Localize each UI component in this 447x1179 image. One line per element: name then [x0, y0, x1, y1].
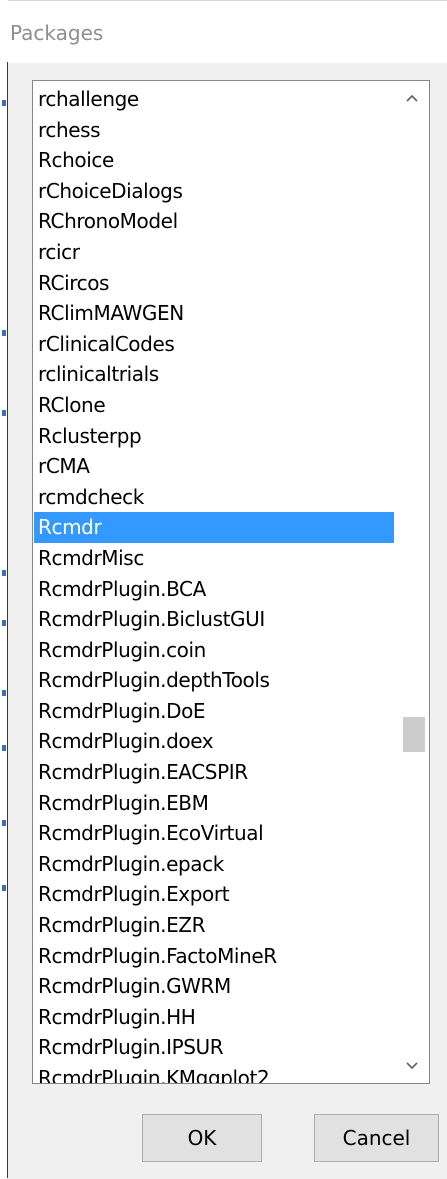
list-item[interactable]: rclinicaltrials — [34, 359, 394, 390]
list-item[interactable]: RcmdrPlugin.GWRM — [34, 971, 394, 1002]
dialog-titlebar[interactable]: Packages — [8, 1, 447, 63]
list-item[interactable]: RcmdrPlugin.EZR — [34, 910, 394, 941]
chevron-down-icon — [406, 1062, 418, 1070]
list-item[interactable]: RcmdrPlugin.coin — [34, 635, 394, 666]
scroll-up-button[interactable] — [395, 81, 429, 115]
list-item[interactable]: RcmdrPlugin.EACSPIR — [34, 757, 394, 788]
list-item[interactable]: RcmdrPlugin.EBM — [34, 788, 394, 819]
packages-listbox[interactable]: rchallenge rchess Rchoice rChoiceDialogs RCh… — [32, 80, 430, 1084]
list-item[interactable]: Rclusterpp — [34, 421, 394, 452]
list-item[interactable]: rchess — [34, 115, 394, 146]
ok-button[interactable]: OK — [142, 1114, 262, 1162]
dialog-title: Packages — [10, 21, 104, 45]
list-item[interactable]: RcmdrPlugin.Export — [34, 879, 394, 910]
packages-list[interactable]: rchallenge rchess Rchoice rChoiceDialogs RCh… — [34, 84, 394, 1083]
edge-mark — [2, 410, 6, 416]
list-item[interactable]: rcmdcheck — [34, 482, 394, 513]
edge-mark — [2, 885, 6, 891]
chevron-up-icon — [406, 94, 418, 102]
list-item[interactable]: rcicr — [34, 237, 394, 268]
list-item[interactable]: RcmdrPlugin.KMggplot2 — [34, 1063, 394, 1083]
list-item[interactable]: RcmdrPlugin.IPSUR — [34, 1032, 394, 1063]
list-item[interactable]: RcmdrPlugin.HH — [34, 1002, 394, 1033]
cancel-button[interactable]: Cancel — [314, 1114, 439, 1162]
list-item[interactable]: RcmdrPlugin.BiclustGUI — [34, 604, 394, 635]
list-item[interactable]: RcmdrPlugin.epack — [34, 849, 394, 880]
list-item[interactable]: RcmdrPlugin.depthTools — [34, 665, 394, 696]
background-window-edge — [0, 0, 8, 1178]
list-item[interactable]: RcmdrPlugin.FactoMineR — [34, 941, 394, 972]
edge-mark — [2, 745, 6, 751]
edge-mark — [2, 330, 6, 336]
list-item[interactable]: RCircos — [34, 268, 394, 299]
list-item[interactable]: rClinicalCodes — [34, 329, 394, 360]
vertical-scrollbar[interactable] — [395, 81, 429, 1083]
list-item[interactable]: RcmdrPlugin.DoE — [34, 696, 394, 727]
edge-mark — [2, 570, 6, 576]
packages-dialog: Packages rchallenge rchess Rchoice rChoiceD… — [8, 0, 447, 1179]
scroll-down-button[interactable] — [395, 1049, 429, 1083]
list-item[interactable]: RClone — [34, 390, 394, 421]
list-item[interactable]: RClimMAWGEN — [34, 298, 394, 329]
list-item[interactable]: Rcmdr — [34, 512, 394, 543]
list-item[interactable]: RcmdrPlugin.doex — [34, 726, 394, 757]
edge-mark — [2, 620, 6, 626]
list-item[interactable]: RcmdrPlugin.BCA — [34, 574, 394, 605]
list-item[interactable]: RChronoModel — [34, 206, 394, 237]
list-item[interactable]: rCMA — [34, 451, 394, 482]
list-item[interactable]: Rchoice — [34, 145, 394, 176]
list-item[interactable]: RcmdrPlugin.EcoVirtual — [34, 818, 394, 849]
scrollbar-thumb[interactable] — [403, 717, 425, 752]
list-item[interactable]: rChoiceDialogs — [34, 176, 394, 207]
list-item[interactable]: RcmdrMisc — [34, 543, 394, 574]
list-item[interactable]: rchallenge — [34, 84, 394, 115]
edge-mark — [2, 100, 6, 106]
edge-mark — [2, 820, 6, 826]
edge-mark — [2, 690, 6, 696]
